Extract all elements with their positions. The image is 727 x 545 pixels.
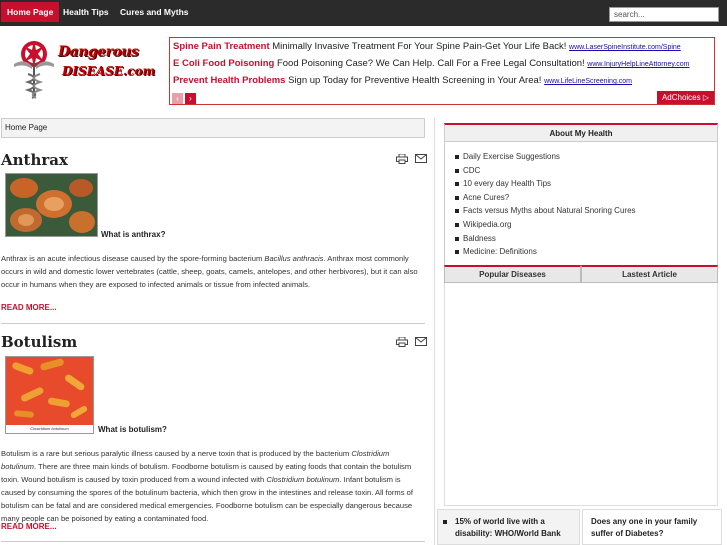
ad-text: Sign up Today for Preventive Health Scre… [288,75,542,86]
about-links-list: Daily Exercise Suggestions CDC 10 every … [453,150,713,259]
ad-banner: Spine Pain Treatment Minimally Invasive … [169,37,715,105]
site-header: Dangerous DISEASE.com Spine Pain Treatme… [0,26,727,116]
featured-link[interactable]: 15% of world live with a disability: WHO… [455,516,575,540]
tab-latest-article[interactable]: Lastest Article [581,265,718,283]
body-text-segment: Anthrax is an acute infectious disease c… [1,254,265,263]
article-body-botulism: Botulism is a rare but serious paralytic… [1,447,421,525]
ad-headline[interactable]: Prevent Health Problems [173,75,285,86]
top-navigation-bar: Home Page Health Tips Cures and Myths se… [0,0,727,26]
article-title-botulism[interactable]: Botulism [1,333,77,351]
nav-tab-health-tips[interactable]: Health Tips [57,2,115,22]
ad-url[interactable]: www.LifeLineScreening.com [544,78,632,85]
breadcrumb[interactable]: Home Page [1,118,425,138]
nav-tab-cures-and-myths[interactable]: Cures and Myths [114,2,195,22]
print-icon[interactable] [396,153,408,164]
anthrax-image[interactable] [5,173,98,237]
search-input[interactable]: search... [609,7,719,22]
body-text-segment: Botulism is a rare but serious paralytic… [1,449,352,458]
ad-text: Minimally Invasive Treatment For Your Sp… [272,41,567,52]
bullet-icon [443,520,447,524]
site-logo[interactable]: Dangerous DISEASE.com [10,36,158,102]
ad-text: Food Poisoning Case? We Can Help. Call F… [276,58,585,69]
article-body-anthrax: Anthrax is an acute infectious disease c… [1,252,421,291]
ad-headline[interactable]: Spine Pain Treatment [173,41,270,52]
read-more-link[interactable]: READ MORE... [1,522,57,531]
poll-box: Does any one in your family suffer of Di… [582,509,722,545]
read-more-link[interactable]: READ MORE... [1,303,57,312]
list-item[interactable]: Acne Cures? [453,191,713,205]
nav-tab-home[interactable]: Home Page [1,2,60,22]
about-my-health-widget: About My Health Daily Exercise Suggestio… [444,123,718,266]
print-icon[interactable] [396,336,408,347]
ad-item[interactable]: Spine Pain Treatment Minimally Invasive … [173,41,681,52]
adchoices-button[interactable]: AdChoices ▷ [656,91,714,104]
list-item[interactable]: 10 every day Health Tips [453,177,713,191]
column-divider [434,118,435,545]
list-item[interactable]: CDC [453,164,713,178]
image-caption: Clostridium botulinum [6,425,93,433]
ad-url[interactable]: www.LaserSpineInstitute.com/Spine [569,44,681,51]
ad-url[interactable]: www.InjuryHelpLineAttorney.com [587,61,689,68]
ad-prev-button[interactable]: ‹ [172,93,183,104]
body-text-italic: Bacillus anthracis [264,254,324,263]
caduceus-logo-icon [14,40,54,99]
article-actions [396,336,431,350]
list-item[interactable]: Baldness [453,232,713,246]
email-icon[interactable] [414,337,427,347]
email-icon[interactable] [414,154,427,164]
sidebar-tabs: Popular Diseases Lastest Article [444,265,718,283]
article-question: What is anthrax? [101,230,166,239]
ad-item[interactable]: Prevent Health Problems Sign up Today fo… [173,75,632,86]
logo-text-dangerous: Dangerous [58,44,139,60]
list-item[interactable]: Medicine: Definitions [453,245,713,259]
ad-next-button[interactable]: › [185,93,196,104]
article-question: What is botulism? [98,425,167,434]
tab-popular-diseases[interactable]: Popular Diseases [444,265,581,283]
list-item[interactable]: Daily Exercise Suggestions [453,150,713,164]
featured-link-box: 15% of world live with a disability: WHO… [437,509,580,545]
ad-headline[interactable]: E Coli Food Poisoning [173,58,274,69]
tab-panel [444,283,718,506]
logo-text-disease: DISEASE.com [62,64,156,78]
botulism-image[interactable]: Clostridium botulinum [5,356,94,434]
ad-item[interactable]: E Coli Food Poisoning Food Poisoning Cas… [173,58,690,69]
poll-question: Does any one in your family suffer of Di… [591,517,698,538]
body-text-italic: Clostridium botulinum [266,475,340,484]
article-divider [1,541,425,542]
article-actions [396,153,431,167]
article-divider [1,323,425,324]
list-item[interactable]: Wikipedia.org [453,218,713,232]
article-title-anthrax[interactable]: Anthrax [1,151,68,169]
list-item[interactable]: Facts versus Myths about Natural Snoring… [453,204,713,218]
widget-title: About My Health [445,125,717,142]
